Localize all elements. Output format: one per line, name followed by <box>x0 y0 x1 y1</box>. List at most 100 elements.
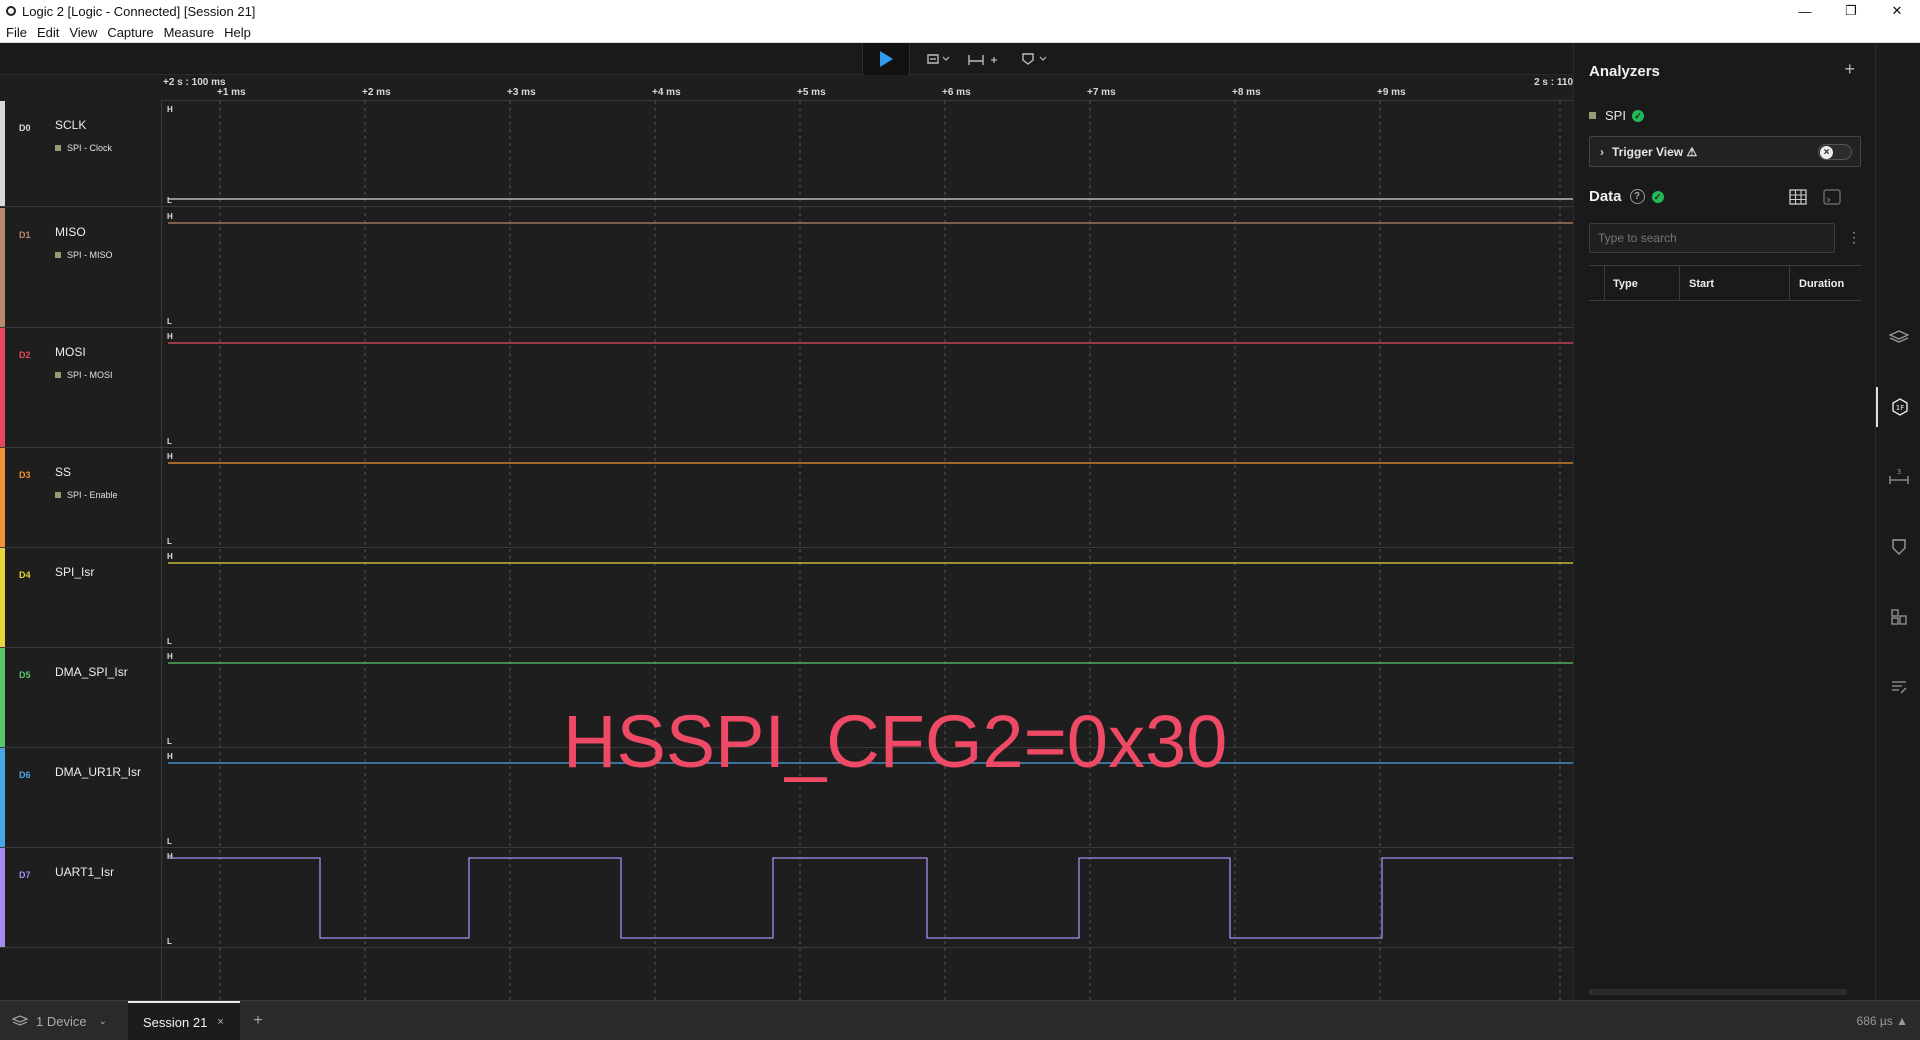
channel-name: DMA_UR1R_Isr <box>55 765 142 779</box>
channel-name: UART1_Isr <box>55 865 115 879</box>
analyzer-color-swatch <box>55 252 61 258</box>
annotations-button[interactable] <box>1876 667 1920 707</box>
column-type[interactable]: Type <box>1613 278 1638 290</box>
extensions-button[interactable] <box>1876 597 1920 637</box>
add-session-button[interactable]: + <box>248 1001 268 1040</box>
ruler-tick-label: +3 ms <box>507 87 536 98</box>
help-icon[interactable]: ? <box>1629 189 1645 204</box>
terminal-view-button[interactable] <box>1823 189 1841 210</box>
device-tab[interactable]: 1 Device ⌄ <box>0 1001 122 1040</box>
channel-label-d6[interactable]: D6 DMA_UR1R_Isr <box>0 748 161 848</box>
trigger-settings-button[interactable] <box>920 43 956 75</box>
column-duration[interactable]: Duration <box>1799 278 1844 290</box>
start-capture-button[interactable] <box>862 43 910 75</box>
trigger-view-toggle[interactable]: × <box>1818 144 1852 160</box>
menu-file[interactable]: File <box>6 25 27 40</box>
measure-button[interactable] <box>963 43 1003 75</box>
channel-color-bar <box>0 548 5 647</box>
analyzers-title: Analyzers <box>1589 63 1660 80</box>
channel-analyzer-tag: SPI - MISO <box>55 250 113 260</box>
bottom-bar: 1 Device ⌄ Session 21 × + 686 µs ▲ <box>0 1000 1920 1040</box>
channel-name: DMA_SPI_Isr <box>55 665 128 679</box>
waveform-svg: HLHLHLHLHLHLHLHL <box>162 101 1574 1000</box>
trigger-view-row[interactable]: › Trigger View ⚠ × <box>1589 136 1861 167</box>
chevron-down-icon: ⌄ <box>98 1015 107 1027</box>
table-view-button[interactable] <box>1789 189 1807 210</box>
close-tab-icon[interactable]: × <box>217 1016 223 1028</box>
analyzer-tag-label: SPI - Clock <box>67 143 113 153</box>
measure-icon: 3 <box>1888 468 1909 484</box>
menu-view[interactable]: View <box>69 25 97 40</box>
data-header: Data ? ✓ <box>1589 188 1664 205</box>
analyzer-icon: 1F <box>1891 398 1908 416</box>
menu-bar: File Edit View Capture Measure Help <box>0 22 1920 43</box>
analyzer-color-swatch <box>55 492 61 498</box>
ruler-end: 2 s : 110 <box>1534 77 1573 88</box>
timing-markers-button[interactable]: 3 <box>1876 457 1920 497</box>
channel-label-d3[interactable]: D3 SS SPI - Enable <box>0 448 161 548</box>
check-circle-icon: ✓ <box>1651 190 1664 203</box>
menu-edit[interactable]: Edit <box>37 25 59 40</box>
extensions-icon <box>1890 609 1907 625</box>
analyzers-panel-button[interactable]: 1F <box>1876 387 1920 427</box>
high-marker: H <box>167 852 173 861</box>
high-marker: H <box>167 552 173 561</box>
channel-label-d7[interactable]: D7 UART1_Isr <box>0 848 161 948</box>
column-divider <box>1789 266 1790 301</box>
minimize-button[interactable]: — <box>1782 0 1828 22</box>
channel-number: D5 <box>19 670 31 680</box>
channel-number: D0 <box>19 123 31 133</box>
marker-icon <box>1891 539 1906 555</box>
title-bar: Logic 2 [Logic - Connected] [Session 21]… <box>0 0 1920 22</box>
channel-label-d2[interactable]: D2 MOSI SPI - MOSI <box>0 328 161 448</box>
tab-session-21[interactable]: Session 21 × <box>128 1001 240 1040</box>
data-title: Data <box>1589 188 1622 205</box>
marker-button[interactable] <box>1018 43 1052 75</box>
ruler-tick-label: +8 ms <box>1232 87 1261 98</box>
restore-button[interactable]: ❐ <box>1828 0 1874 22</box>
low-marker: L <box>167 837 172 846</box>
close-button[interactable]: ✕ <box>1874 0 1920 22</box>
analyzer-tag-label: SPI - MISO <box>67 250 113 260</box>
channel-color-bar <box>0 101 5 206</box>
column-divider <box>1604 266 1605 301</box>
device-settings-button[interactable] <box>1876 317 1920 357</box>
capture-time-readout: 686 µs ▲ <box>1856 1014 1908 1028</box>
channel-label-d4[interactable]: D4 SPI_Isr <box>0 548 161 648</box>
channel-name: SPI_Isr <box>55 565 95 579</box>
waveform-area[interactable]: HLHLHLHLHLHLHLHL <box>161 101 1574 1000</box>
session-tab-label: Session 21 <box>143 1014 208 1030</box>
analyzer-name: SPI <box>1605 108 1626 123</box>
time-ruler[interactable]: +2 s : 100 ms 2 s : 110 +1 ms +2 ms +3 ms +… <box>161 75 1573 101</box>
channel-color-bar <box>0 328 5 447</box>
data-search-input[interactable] <box>1589 223 1835 253</box>
high-marker: H <box>167 652 173 661</box>
notes-button[interactable] <box>1876 527 1920 567</box>
ruler-tick-label: +7 ms <box>1087 87 1116 98</box>
menu-capture[interactable]: Capture <box>107 25 153 40</box>
low-marker: L <box>167 937 172 946</box>
menu-measure[interactable]: Measure <box>164 25 215 40</box>
add-analyzer-button[interactable]: + <box>1844 59 1855 80</box>
channel-number: D6 <box>19 770 31 780</box>
channel-name: SS <box>55 465 72 479</box>
channel-label-d0[interactable]: D0 SCLK SPI - Clock <box>0 101 161 207</box>
channel-label-d1[interactable]: D1 MISO SPI - MISO <box>0 208 161 328</box>
svg-text:3: 3 <box>1896 468 1900 476</box>
layers-icon <box>1888 330 1909 343</box>
panel-scrollbar[interactable] <box>1589 989 1847 995</box>
high-marker: H <box>167 452 173 461</box>
menu-help[interactable]: Help <box>224 25 251 40</box>
channel-analyzer-tag: SPI - MOSI <box>55 370 113 380</box>
analyzer-item-spi[interactable]: SPI ✓ <box>1589 108 1644 123</box>
high-marker: H <box>167 752 173 761</box>
measure-icon <box>968 55 997 65</box>
column-start[interactable]: Start <box>1689 278 1714 290</box>
ruler-tick-label: +1 ms <box>217 87 246 98</box>
analyzer-color-swatch <box>1589 112 1596 119</box>
more-options-icon[interactable]: ⋮ <box>1847 229 1861 246</box>
terminal-icon <box>1823 189 1841 205</box>
channel-color-bar <box>0 648 5 747</box>
channel-label-d5[interactable]: D5 DMA_SPI_Isr <box>0 648 161 748</box>
high-marker: H <box>167 212 173 221</box>
